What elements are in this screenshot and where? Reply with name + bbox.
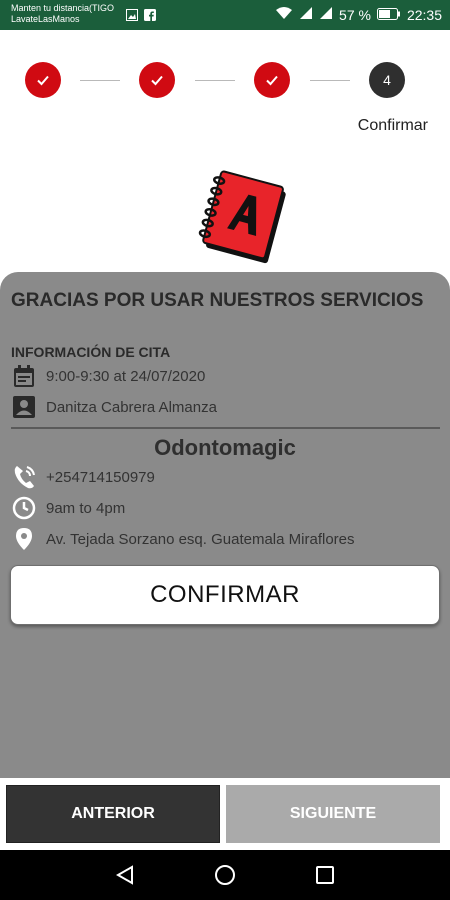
home-icon[interactable] bbox=[212, 862, 238, 888]
clinic-address: Av. Tejada Sorzano esq. Guatemala Mirafl… bbox=[46, 530, 355, 548]
notification-text: Manten tu distancia(TIGO LavateLasManos bbox=[11, 3, 114, 25]
clinic-phone[interactable]: +254714150979 bbox=[46, 469, 155, 486]
patient-name: Danitza Cabrera Almanza bbox=[46, 398, 217, 416]
app-screen: Manten tu distancia(TIGO LavateLasManos … bbox=[0, 0, 450, 900]
appointment-info-title: INFORMACIÓN DE CITA bbox=[11, 344, 171, 360]
app-logo bbox=[192, 168, 294, 270]
battery-icon bbox=[376, 7, 401, 23]
contact-icon bbox=[11, 394, 37, 420]
battery-percent: 57 % bbox=[339, 6, 371, 23]
appointment-time-row: 9:00-9:30 at 24/07/2020 bbox=[11, 363, 205, 389]
step-3-complete bbox=[254, 62, 290, 98]
signal-icon bbox=[319, 6, 333, 23]
system-status: 57 % 22:35 bbox=[275, 6, 442, 23]
notification-icons bbox=[126, 8, 156, 21]
check-icon bbox=[266, 75, 278, 86]
progress-stepper: 4 bbox=[0, 62, 450, 102]
notice-line-2: LavateLasManos bbox=[11, 14, 80, 24]
clock: 22:35 bbox=[406, 6, 442, 23]
step-1-complete bbox=[25, 62, 61, 98]
clinic-name: Odontomagic bbox=[154, 435, 296, 460]
facebook-icon bbox=[144, 8, 156, 21]
image-icon bbox=[126, 8, 138, 21]
step-connector bbox=[310, 80, 350, 81]
notice-line-1: Manten tu distancia(TIGO bbox=[11, 3, 115, 13]
phone-icon bbox=[11, 464, 37, 490]
appointment-card: GRACIAS POR USAR NUESTROS SERVICIOS INFO… bbox=[0, 272, 450, 778]
location-pin-icon bbox=[11, 526, 37, 552]
next-button[interactable]: SIGUIENTE bbox=[226, 785, 440, 843]
confirm-button[interactable]: CONFIRMAR bbox=[10, 565, 440, 625]
recents-icon[interactable] bbox=[312, 862, 338, 888]
hours-row: 9am to 4pm bbox=[11, 495, 125, 521]
step-caption: Confirmar bbox=[357, 117, 428, 134]
clinic-hours: 9am to 4pm bbox=[46, 499, 126, 517]
signal-icon bbox=[299, 6, 313, 23]
clock-icon bbox=[11, 495, 37, 521]
wizard-actions: ANTERIOR SIGUIENTE bbox=[0, 778, 450, 850]
check-icon bbox=[37, 75, 49, 86]
step-connector bbox=[195, 80, 235, 81]
step-4-current: 4 bbox=[369, 62, 405, 98]
appointment-time: 9:00-9:30 at 24/07/2020 bbox=[46, 367, 206, 385]
thanks-title: GRACIAS POR USAR NUESTROS SERVICIOS bbox=[11, 290, 424, 311]
back-icon[interactable] bbox=[112, 862, 138, 888]
step-connector bbox=[80, 80, 120, 81]
previous-button[interactable]: ANTERIOR bbox=[6, 785, 220, 843]
check-icon bbox=[151, 75, 163, 86]
step-number: 4 bbox=[383, 72, 391, 88]
phone-row[interactable]: +254714150979 bbox=[11, 464, 155, 490]
system-nav-bar bbox=[0, 850, 450, 900]
wifi-icon bbox=[275, 6, 293, 23]
calendar-icon bbox=[11, 363, 37, 389]
status-bar: Manten tu distancia(TIGO LavateLasManos … bbox=[0, 0, 450, 30]
patient-row: Danitza Cabrera Almanza bbox=[11, 394, 217, 420]
step-2-complete bbox=[139, 62, 175, 98]
address-row: Av. Tejada Sorzano esq. Guatemala Mirafl… bbox=[11, 526, 355, 552]
divider bbox=[11, 427, 440, 429]
